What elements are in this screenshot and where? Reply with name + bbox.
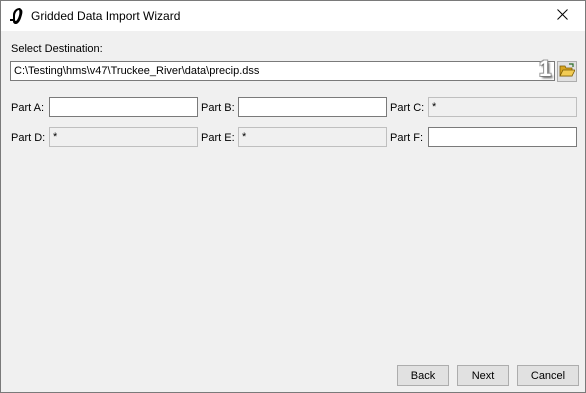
title-bar: Gridded Data Import Wizard	[1, 1, 585, 31]
part-e-label: Part E:	[201, 132, 235, 144]
open-folder-icon	[559, 63, 576, 80]
hms-app-icon	[9, 7, 25, 25]
annotation-marker: 1	[539, 56, 552, 81]
part-c-field: *	[428, 97, 577, 117]
part-f-field[interactable]	[428, 127, 577, 147]
part-f-label: Part F:	[390, 132, 424, 144]
part-e-field: *	[238, 127, 387, 147]
destination-label: Select Destination:	[11, 43, 103, 55]
part-c-label: Part C:	[390, 102, 425, 114]
cancel-button[interactable]: Cancel	[517, 365, 579, 386]
close-icon	[556, 9, 568, 23]
window-title: Gridded Data Import Wizard	[31, 9, 181, 23]
next-button[interactable]: Next	[457, 365, 509, 386]
part-d-field: *	[49, 127, 198, 147]
part-a-label: Part A:	[11, 102, 45, 114]
close-button[interactable]	[539, 1, 585, 31]
browse-button[interactable]	[557, 61, 577, 82]
part-d-label: Part D:	[11, 132, 46, 144]
destination-path-field[interactable]: C:\Testing\hms\v47\Truckee_River\data\pr…	[10, 61, 555, 81]
back-button[interactable]: Back	[397, 365, 449, 386]
part-b-label: Part B:	[201, 102, 235, 114]
part-a-field[interactable]	[49, 97, 198, 117]
part-b-field[interactable]	[238, 97, 387, 117]
import-wizard-window: Gridded Data Import Wizard Select Destin…	[0, 0, 586, 393]
